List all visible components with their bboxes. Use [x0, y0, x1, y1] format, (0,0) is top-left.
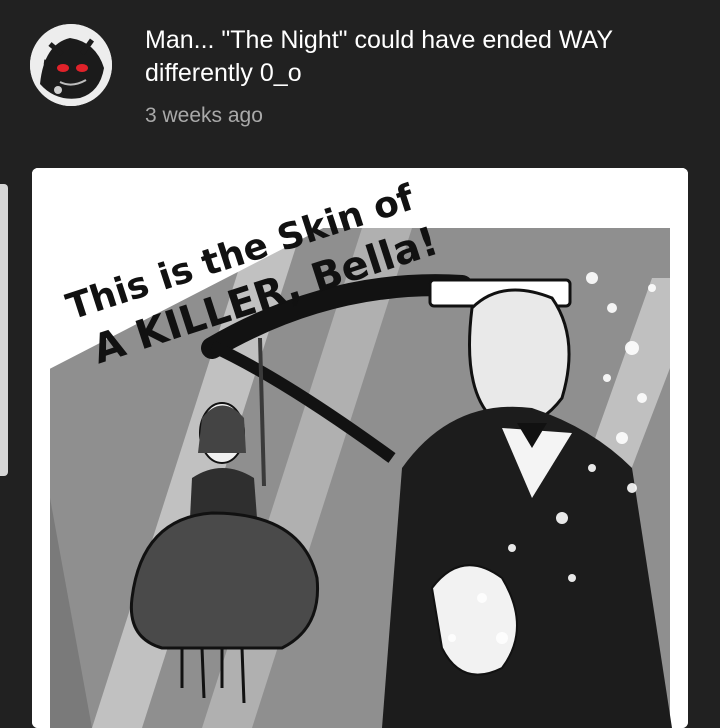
post-timestamp: 3 weeks ago	[145, 104, 263, 127]
post-text: Man... "The Night" could have ended WAY …	[145, 24, 705, 90]
comic-illustration: This is the Skin of A KILLER, Bella!	[32, 168, 688, 728]
avatar-icon	[30, 24, 112, 106]
scroll-indicator[interactable]	[0, 184, 8, 476]
post-text-line-2: differently 0_o	[145, 59, 302, 87]
post-header: Man... "The Night" could have ended WAY …	[0, 0, 720, 160]
post-image[interactable]: This is the Skin of A KILLER, Bella!	[32, 168, 688, 728]
avatar[interactable]	[30, 24, 112, 106]
post-text-line-1: Man... "The Night" could have ended WAY	[145, 26, 613, 54]
